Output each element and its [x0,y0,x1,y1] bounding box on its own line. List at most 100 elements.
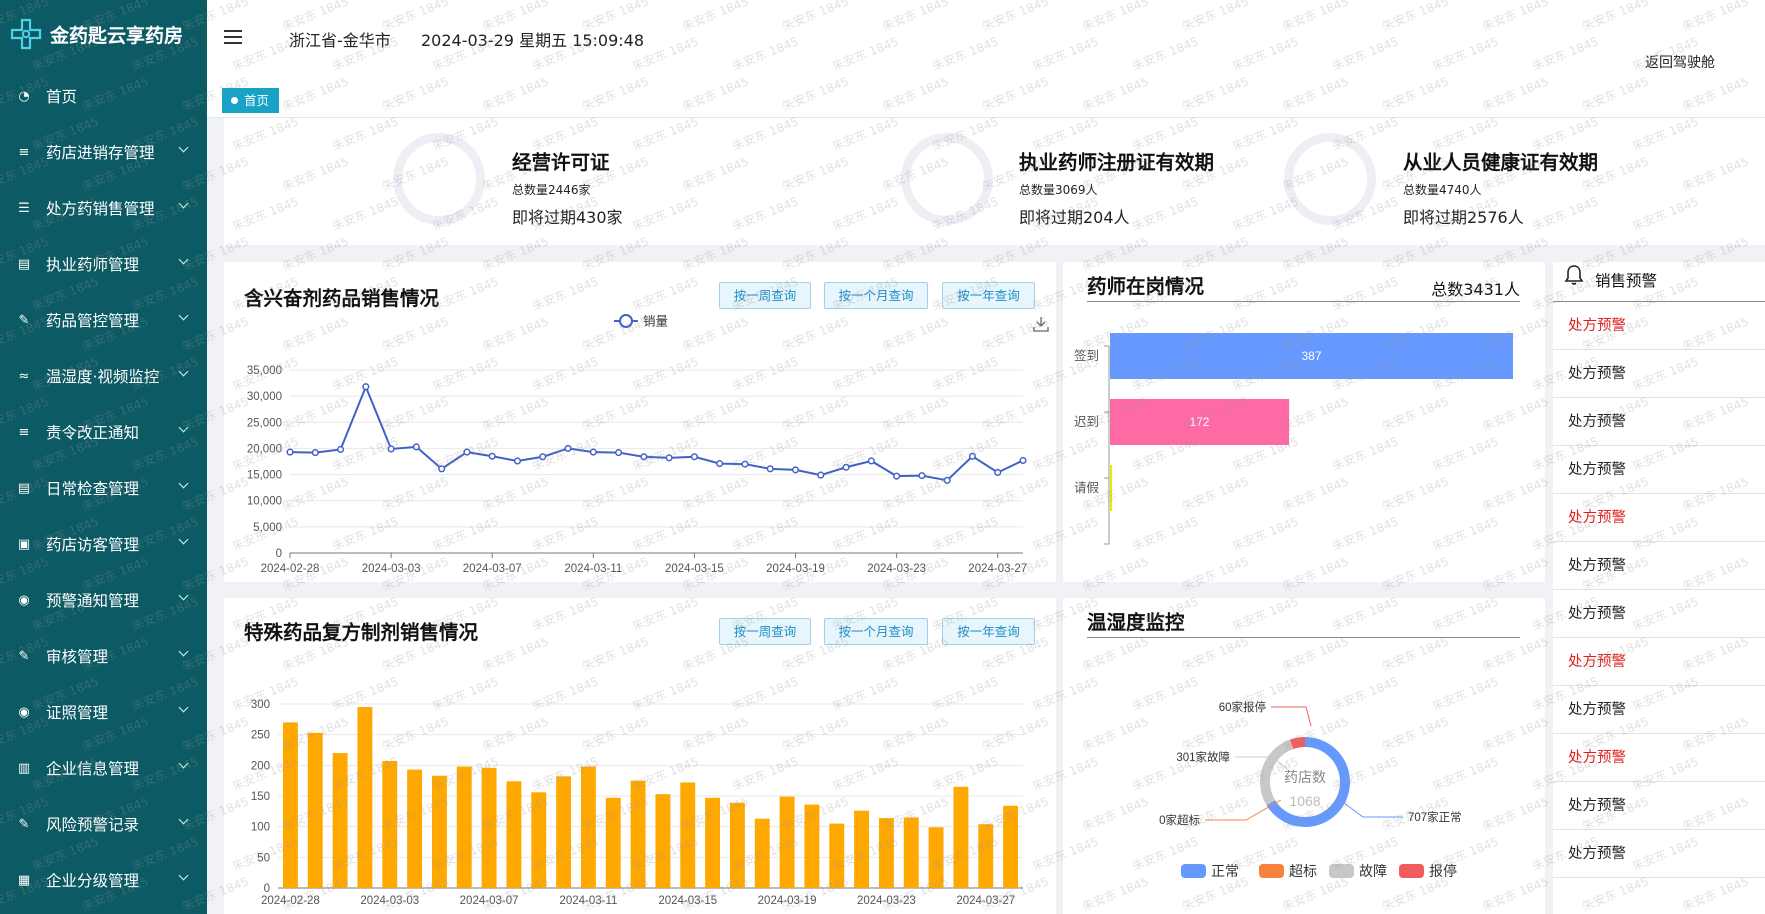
alert-item[interactable]: 处方预警 [1553,638,1765,686]
sidebar-item[interactable]: ▦ 企业分级管理 [0,852,207,908]
license-total: 总数量2446家 [512,183,591,197]
sidebar-item[interactable]: ▣ 药店访客管理 [0,516,207,572]
bar [282,722,298,888]
sidebar-item[interactable]: ◉ 证照管理 [0,684,207,740]
sidebar-item-label: 企业信息管理 [46,760,140,778]
alert-item[interactable]: 处方预警 [1553,350,1765,398]
alert-item[interactable]: 处方预警 [1553,782,1765,830]
sidebar-item-label: 温湿度·视频监控 [46,368,160,386]
brand[interactable]: 金药匙云享药房 [0,0,207,68]
legend-swatch [1399,864,1424,878]
sidebar-item[interactable]: ▤ 执业药师管理 [0,236,207,292]
x-tick-label: 2024-03-11 [559,895,617,907]
sidebar-item[interactable]: ◔ 首页 [0,68,207,124]
y-tick-label: 200 [251,760,270,772]
data-point [387,445,395,453]
sidebar-item-label: 风险预警记录 [46,816,140,834]
bar [705,797,721,888]
center-label: 药店数 [1284,769,1326,785]
data-point [564,444,572,452]
bar [729,802,745,888]
sidebar-item-label: 药店进销存管理 [46,144,155,162]
chevron-down-icon[interactable] [178,646,189,657]
alert-item[interactable]: 处方预警 [1553,494,1765,542]
y-tick-label: 150 [251,791,270,803]
chevron-down-icon[interactable] [178,758,189,769]
alert-item[interactable]: 处方预警 [1553,398,1765,446]
chevron-down-icon[interactable] [178,422,189,433]
edit-icon: ✎ [18,816,30,832]
x-tick-label: 2024-03-23 [857,895,916,907]
alert-item[interactable]: 处方预警 [1553,830,1765,878]
data-point [690,453,698,461]
data-point [412,443,420,451]
data-point [893,472,901,480]
y-tick-label: 0 [264,883,270,895]
y-tick-label: 15,000 [247,470,282,482]
chevron-down-icon[interactable] [178,254,189,265]
legend-label: 报停 [1429,863,1457,879]
alert-item[interactable]: 处方预警 [1553,302,1765,350]
chevron-down-icon[interactable] [178,870,189,881]
sidebar-item[interactable]: ✎ 药品管控管理 [0,292,207,348]
y-tick-label: 5,000 [253,522,282,534]
sidebar-item[interactable]: ✎ 审核管理 [0,628,207,684]
special-bar-chart: 0 50 100 150 200 250 300 2024-02-28 2024-03-03 20… [251,699,1023,907]
bar [332,753,348,888]
chevron-down-icon[interactable] [178,142,189,153]
back-to-cockpit-link[interactable]: 返回驾驶舱 [1645,52,1715,72]
sidebar-item[interactable]: ▥ 企业信息管理 [0,740,207,796]
sidebar-item[interactable]: ☰ 处方药销售管理 [0,180,207,236]
bar [903,817,919,888]
alert-item[interactable]: 处方预警 [1553,590,1765,638]
y-tick-label: 30,000 [247,391,282,403]
sidebar-item[interactable]: ✎ 风险预警记录 [0,796,207,852]
alert-item[interactable]: 处方预警 [1553,542,1765,590]
y-tick-label: 25,000 [247,417,282,429]
data-point [463,448,471,456]
bar [431,775,447,888]
menu-toggle-icon[interactable] [224,30,242,46]
sidebar-menu: ◔ 首页 ≡ 药店进销存管理 ☰ 处方药销售管理 ▤ 执业药师管理 ✎ 药品管控管理 ≈ 温湿度·视频… [0,68,207,908]
legend-label: 超标 [1289,863,1317,879]
sidebar-item[interactable]: ▤ 日常检查管理 [0,460,207,516]
license-title: 从业人员健康证有效期 [1403,151,1599,174]
bar [829,823,845,888]
bar [1003,805,1019,888]
data-point [615,449,623,457]
y-tick-label: 35,000 [247,365,282,377]
tab-home[interactable]: 首页 [222,88,280,113]
alert-item[interactable]: 处方预警 [1553,686,1765,734]
sidebar-item[interactable]: ≈ 温湿度·视频监控 [0,348,207,404]
chevron-down-icon[interactable] [178,814,189,825]
alert-item[interactable]: 处方预警 [1553,446,1765,494]
bar [779,796,795,888]
chevron-down-icon[interactable] [178,534,189,545]
bar [407,769,423,888]
chevron-down-icon[interactable] [178,702,189,713]
alert-panel-title: 销售预警 [1595,272,1658,290]
target-icon: ◉ [18,592,30,608]
y-tick-label: 250 [251,730,270,742]
chevron-down-icon[interactable] [178,310,189,321]
chevron-down-icon[interactable] [178,478,189,489]
sidebar-item-label: 责令改正通知 [46,424,140,442]
chevron-down-icon[interactable] [178,366,189,377]
series-line [289,384,1024,482]
sidebar-item[interactable]: ≡ 责令改正通知 [0,404,207,460]
alert-item[interactable]: 处方预警 [1553,734,1765,782]
sidebar-item[interactable]: ◉ 预警通知管理 [0,572,207,628]
license-expiring: 即将过期430家 [512,208,623,227]
license-card-health: 从业人员健康证有效期 总数量4740人 即将过期2576人 [1284,118,1765,245]
sidebar-item-label: 处方药销售管理 [46,200,155,218]
chevron-down-icon[interactable] [178,590,189,601]
data-point [867,457,875,465]
bar [481,767,497,888]
slice-label: 60家报停 [1219,700,1266,714]
chevron-down-icon[interactable] [178,198,189,209]
x-tick-label: 2024-03-07 [463,563,522,575]
download-icon-shape [1033,317,1049,332]
document-icon: ▤ [17,480,31,496]
sidebar-item[interactable]: ≡ 药店进销存管理 [0,124,207,180]
bar [382,761,398,888]
